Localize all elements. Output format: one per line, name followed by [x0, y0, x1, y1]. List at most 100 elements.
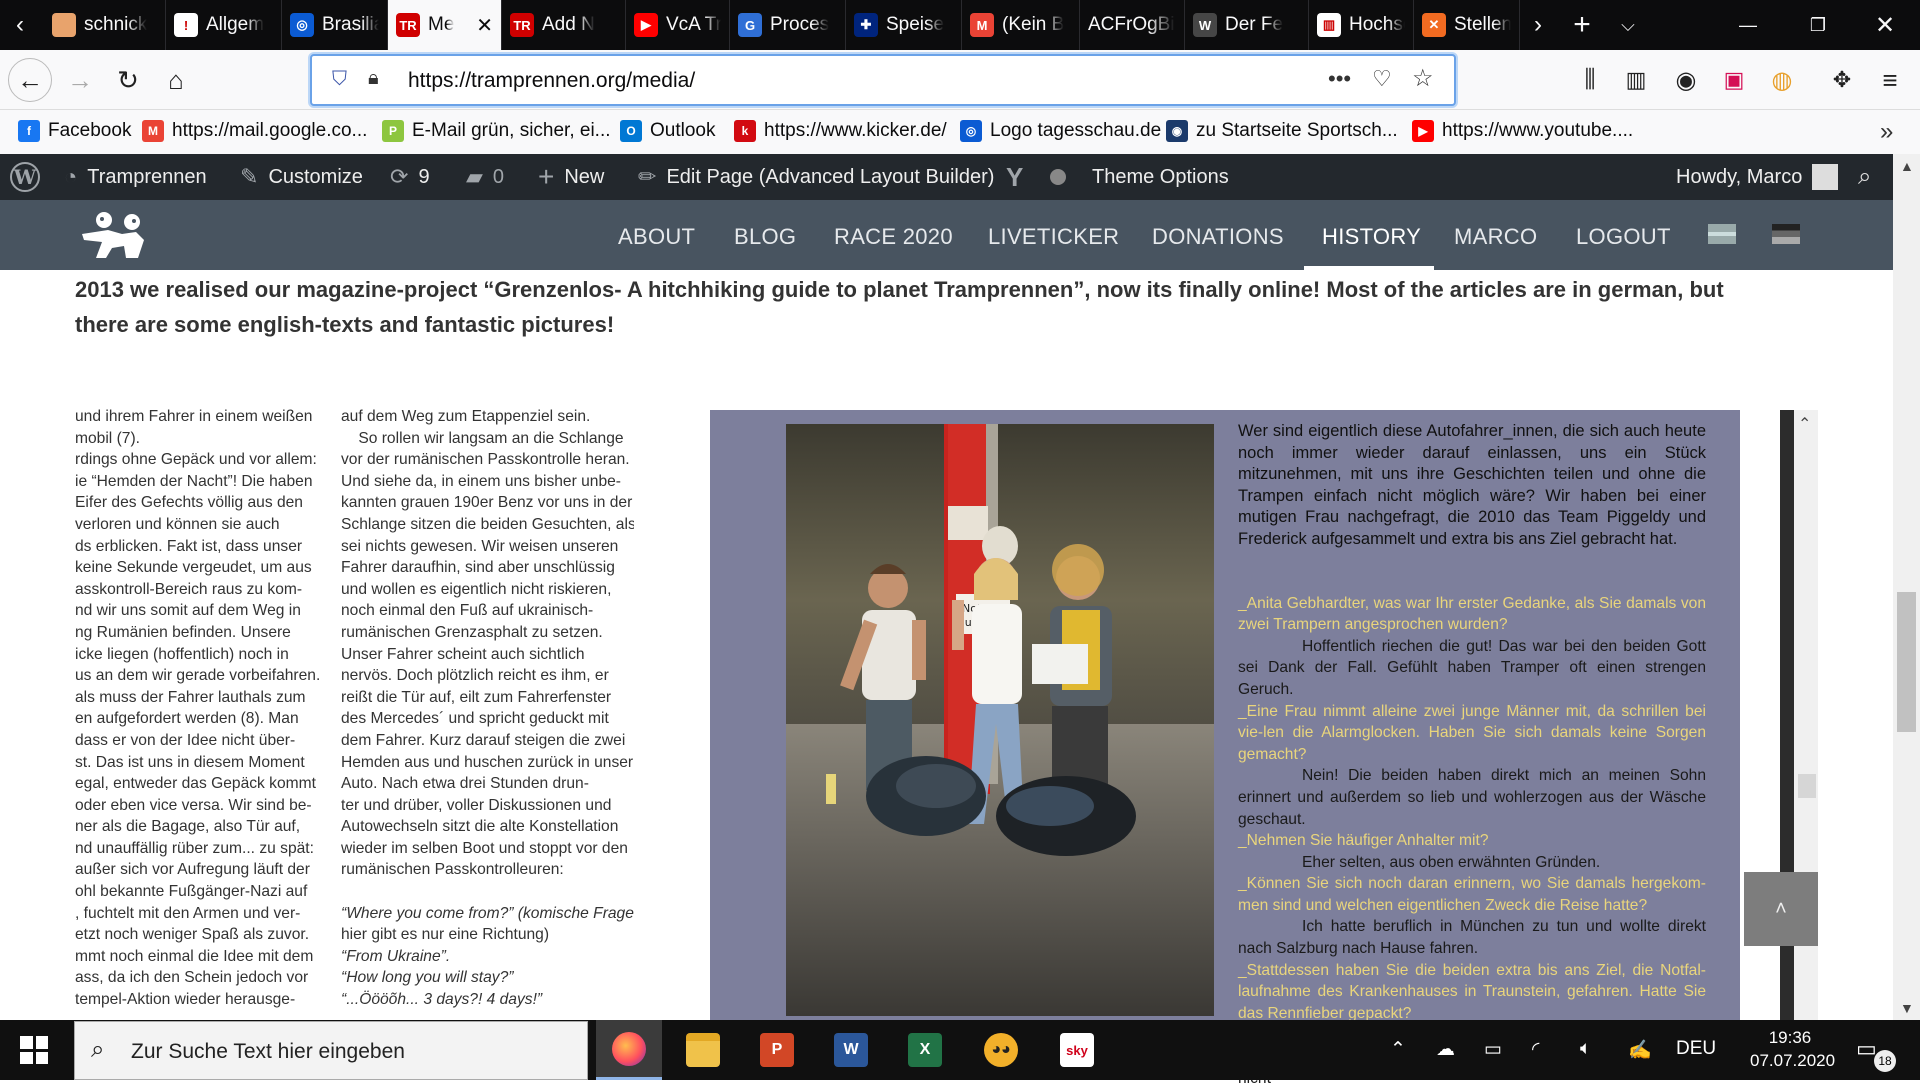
- page-scrollbar[interactable]: ▲ ▼: [1893, 154, 1920, 1020]
- list-tabs-icon[interactable]: ⌵: [1606, 0, 1650, 50]
- bookmark-item[interactable]: ▶ https://www.youtube....: [1412, 120, 1633, 142]
- wp-comments-link[interactable]: ▰ 0: [466, 154, 504, 200]
- new-tab-icon[interactable]: +: [1560, 0, 1604, 50]
- tab[interactable]: ▥ Hochsc: [1309, 0, 1414, 50]
- menu-item-race-2020[interactable]: RACE 2020: [834, 224, 953, 250]
- tramprennen-logo-icon[interactable]: [78, 210, 152, 260]
- menu-item-marco[interactable]: MARCO: [1454, 224, 1537, 250]
- menu-item-liveticker[interactable]: LIVETICKER: [988, 224, 1119, 250]
- yoast-icon[interactable]: Y: [1006, 154, 1033, 200]
- show-hidden-icons-icon[interactable]: ⌃: [1390, 1038, 1406, 1061]
- bookmark-item[interactable]: Mhttps://mail.google.co...: [142, 120, 367, 142]
- column-line: rdings ohne Gepäck und vor allem:: [75, 451, 317, 469]
- page-scroll-thumb[interactable]: [1897, 592, 1916, 732]
- battery-icon[interactable]: ▭: [1484, 1038, 1502, 1061]
- wifi-icon[interactable]: ◜: [1532, 1038, 1539, 1061]
- excel-icon[interactable]: X: [892, 1020, 958, 1080]
- tab[interactable]: ✕ Stellen: [1414, 0, 1520, 50]
- forward-icon[interactable]: →: [58, 58, 102, 102]
- bookmark-star-icon[interactable]: ☆: [1412, 64, 1434, 93]
- page-scroll-down-icon[interactable]: ▼: [1900, 1000, 1914, 1016]
- bookmark-item[interactable]: k https://www.kicker.de/: [734, 120, 947, 142]
- close-window-icon[interactable]: ✕: [1862, 0, 1908, 50]
- library-icon[interactable]: ⫼: [1568, 58, 1612, 102]
- restore-window-icon[interactable]: ❐: [1795, 0, 1841, 50]
- file-explorer-icon[interactable]: [670, 1020, 736, 1080]
- extensions-puzzle-icon[interactable]: ✥: [1820, 58, 1864, 102]
- notifications-icon[interactable]: ▭ 18: [1856, 1036, 1896, 1072]
- pen-icon[interactable]: ✍: [1628, 1038, 1652, 1062]
- wp-customize-link[interactable]: ✎ Customize: [240, 154, 363, 200]
- pocket-icon[interactable]: ♡: [1372, 66, 1392, 92]
- english-flag-icon[interactable]: [1708, 224, 1736, 244]
- menu-item-blog[interactable]: BLOG: [734, 224, 796, 250]
- menu-hamburger-icon[interactable]: ≡: [1868, 58, 1912, 102]
- menu-item-logout[interactable]: LOGOUT: [1576, 224, 1671, 250]
- column-line: rumänischen Passkontrolleuren:: [341, 861, 564, 879]
- scroll-tabs-left-icon[interactable]: ‹: [0, 0, 40, 50]
- bookmark-item[interactable]: f Facebook: [18, 120, 131, 142]
- page-actions-icon[interactable]: •••: [1328, 66, 1351, 92]
- windows-start-icon[interactable]: [20, 1036, 48, 1064]
- tab[interactable]: ACFrOgBi: [1080, 0, 1185, 50]
- wp-theme-options-link[interactable]: Theme Options: [1092, 154, 1229, 200]
- home-icon[interactable]: ⌂: [154, 58, 198, 102]
- scroll-tabs-right-icon[interactable]: ›: [1520, 0, 1556, 50]
- more-bookmarks-icon[interactable]: »: [1880, 118, 1893, 146]
- extension-icon[interactable]: ◍: [1760, 58, 1804, 102]
- bookmark-item[interactable]: ◎ Logo tagesschau.de: [960, 120, 1161, 142]
- embedded-scroll-up-icon[interactable]: ⌃: [1798, 414, 1811, 434]
- wp-new-link[interactable]: + New: [538, 154, 604, 200]
- volume-icon[interactable]: 🔈︎: [1580, 1038, 1591, 1060]
- wp-search-icon[interactable]: ⌕: [1858, 154, 1871, 200]
- wp-updates-link[interactable]: ⟳ 9: [390, 154, 430, 200]
- bookmark-label: zu Startseite Sportsch...: [1196, 120, 1398, 141]
- german-flag-icon[interactable]: [1772, 224, 1800, 244]
- tab[interactable]: ! Allgem: [166, 0, 282, 50]
- embedded-scroll-thumb[interactable]: [1798, 774, 1816, 798]
- sky-ticket-icon[interactable]: sky: [1044, 1020, 1110, 1080]
- reload-icon[interactable]: ↻: [106, 58, 150, 102]
- bookmark-item[interactable]: P E-Mail grün, sicher, ei...: [382, 120, 611, 142]
- wp-account-menu[interactable]: Howdy, Marco: [1676, 154, 1839, 200]
- tab[interactable]: G Proces: [730, 0, 846, 50]
- menu-item-donations[interactable]: DONATIONS: [1152, 224, 1284, 250]
- minimize-window-icon[interactable]: —: [1725, 0, 1771, 50]
- tab-favicon-icon: ✕: [1422, 13, 1446, 37]
- tracking-shield-icon[interactable]: ⛉: [332, 68, 347, 91]
- lock-icon[interactable]: 🔒︎: [368, 67, 379, 90]
- wp-site-link[interactable]: ◔ Tramprennen: [64, 154, 207, 200]
- address-bar[interactable]: ⛉ 🔒︎ https://tramprennen.org/media/ ••• …: [310, 54, 1456, 106]
- tab[interactable]: ▶ VcA Tr: [626, 0, 730, 50]
- tab[interactable]: ◎ Brasilia: [282, 0, 388, 50]
- powerpoint-icon[interactable]: P: [744, 1020, 810, 1080]
- taskbar-search-box[interactable]: ⌕ Zur Suche Text hier eingeben: [74, 1021, 588, 1080]
- url-text[interactable]: https://tramprennen.org/media/: [408, 69, 695, 93]
- pocket-list-icon[interactable]: ▣: [1712, 58, 1756, 102]
- word-icon[interactable]: W: [818, 1020, 884, 1080]
- menu-item-history[interactable]: HISTORY: [1322, 224, 1421, 250]
- tab[interactable]: M (Kein B: [962, 0, 1080, 50]
- clock[interactable]: 19:36 07.07.2020: [1750, 1026, 1835, 1072]
- tab[interactable]: TR Add N: [502, 0, 626, 50]
- back-icon[interactable]: ←: [8, 58, 52, 102]
- scroll-to-top-button[interactable]: ˄: [1744, 872, 1818, 946]
- menu-item-about[interactable]: ABOUT: [618, 224, 695, 250]
- firefox-taskbar-icon[interactable]: [596, 1020, 662, 1080]
- onedrive-icon[interactable]: ☁: [1436, 1038, 1455, 1061]
- tab[interactable]: W Der Fe: [1185, 0, 1309, 50]
- input-language[interactable]: DEU: [1676, 1038, 1716, 1060]
- bookmark-item[interactable]: ◉ zu Startseite Sportsch...: [1166, 120, 1398, 142]
- page-scroll-up-icon[interactable]: ▲: [1900, 158, 1914, 174]
- account-icon[interactable]: ◉: [1664, 58, 1708, 102]
- wp-edit-page-link[interactable]: ✏ Edit Page (Advanced Layout Builder): [638, 154, 994, 200]
- app-owl-icon[interactable]: ◕◕: [968, 1020, 1034, 1080]
- tab[interactable]: schnick: [44, 0, 166, 50]
- tab[interactable]: TR Me ✕: [388, 0, 502, 50]
- bookmark-item[interactable]: O Outlook: [620, 120, 715, 142]
- sidebar-icon[interactable]: ▥: [1614, 58, 1658, 102]
- wordpress-logo-icon[interactable]: W: [10, 154, 40, 200]
- tab[interactable]: ✚ Speise: [846, 0, 962, 50]
- close-tab-icon[interactable]: ✕: [476, 13, 493, 38]
- column-line: keine Sekunde vergeudet, um aus: [75, 559, 312, 577]
